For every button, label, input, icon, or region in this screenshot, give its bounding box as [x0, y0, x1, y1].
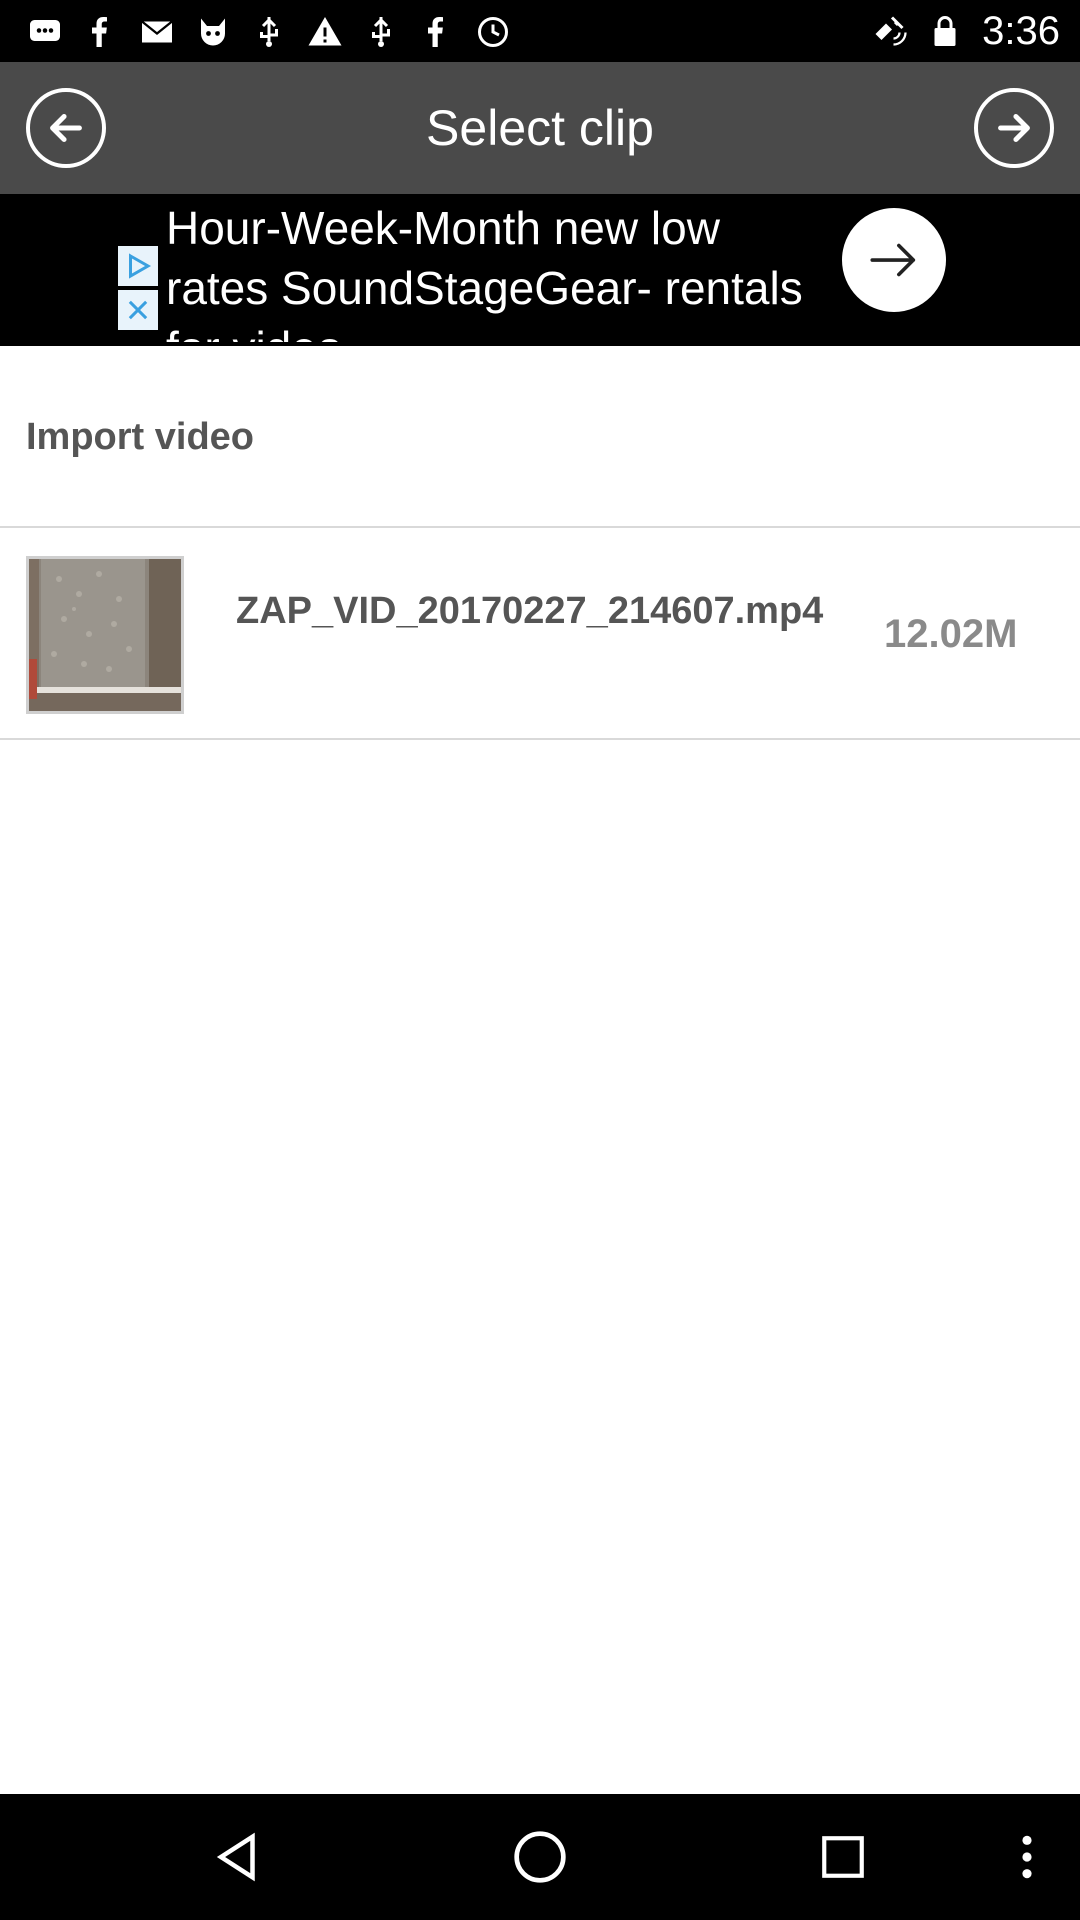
adchoices-play-icon[interactable]	[118, 246, 158, 286]
more-vert-icon	[1022, 1835, 1032, 1879]
facebook-icon	[82, 13, 120, 51]
section-title: Import video	[26, 416, 255, 458]
lock-icon	[926, 12, 964, 50]
nav-home-button[interactable]	[497, 1814, 583, 1900]
email-icon	[138, 13, 176, 51]
status-time: 3:36	[982, 8, 1060, 53]
circle-home-icon	[514, 1831, 566, 1883]
ad-open-button[interactable]	[842, 208, 946, 312]
square-recents-icon	[822, 1836, 864, 1878]
navigation-bar	[0, 1794, 1080, 1920]
page-title: Select clip	[426, 100, 654, 156]
notification-icons	[26, 12, 512, 52]
ad-banner[interactable]: Hour-Week-Month new low rates SoundStage…	[0, 194, 1080, 346]
video-list: ZAP_VID_20170227_214607.mp4 12.02M	[0, 528, 1080, 740]
cat-app-icon	[194, 13, 232, 51]
video-file-name: ZAP_VID_20170227_214607.mp4	[236, 590, 824, 632]
video-list-item[interactable]: ZAP_VID_20170227_214607.mp4 12.02M	[0, 528, 1080, 740]
triangle-back-icon	[216, 1832, 255, 1882]
messages-icon	[26, 13, 64, 51]
arrow-right-icon	[870, 243, 916, 277]
next-button[interactable]	[974, 88, 1054, 168]
facebook-icon	[418, 13, 456, 51]
toolbar: Select clip	[0, 62, 1080, 194]
usb-icon	[362, 13, 400, 51]
fake-gps-icon	[870, 12, 908, 50]
nav-menu-button[interactable]	[984, 1814, 1070, 1900]
warning-icon	[306, 13, 344, 51]
back-button[interactable]	[26, 88, 106, 168]
video-thumbnail	[26, 556, 184, 714]
sync-icon	[474, 13, 512, 51]
status-bar: 3:36	[0, 0, 1080, 62]
arrow-right-circle-icon	[998, 114, 1030, 142]
ad-close-icon[interactable]	[118, 290, 158, 330]
adchoices[interactable]	[118, 246, 158, 330]
arrow-left-circle-icon	[50, 114, 82, 142]
usb-icon	[250, 13, 288, 51]
video-file-size: 12.02M	[884, 612, 1018, 656]
import-video-section: Import video	[0, 346, 1080, 528]
ad-text[interactable]: Hour-Week-Month new low rates SoundStage…	[166, 198, 806, 342]
system-icons: 3:36	[870, 8, 1060, 53]
nav-back-button[interactable]	[196, 1814, 282, 1900]
nav-recents-button[interactable]	[800, 1814, 886, 1900]
